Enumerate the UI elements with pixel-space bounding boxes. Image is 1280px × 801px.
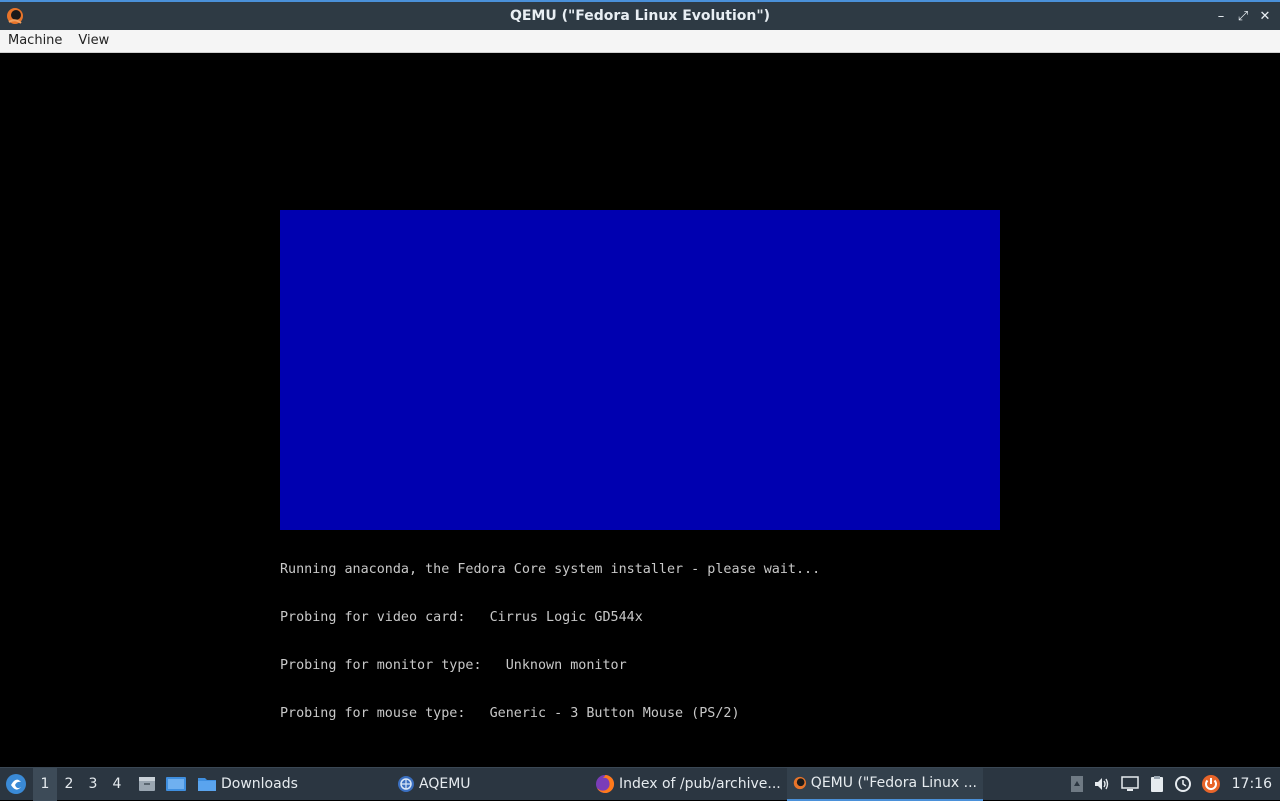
console-line: Probing for mouse type: Generic - 3 Butt… (280, 706, 740, 721)
tray-toggle-icon[interactable] (1070, 775, 1084, 793)
task-label: AQEMU (419, 776, 471, 792)
volume-icon[interactable] (1093, 775, 1111, 793)
window-titlebar[interactable]: QEMU ("Fedora Linux Evolution") – ⤢ ✕ (0, 0, 1280, 30)
task-label: Index of /pub/archive... (619, 776, 781, 792)
menu-machine[interactable]: Machine (0, 30, 70, 53)
show-desktop-icon (166, 777, 186, 791)
desktop-4-button[interactable]: 4 (105, 768, 129, 801)
show-desktop-launcher[interactable] (161, 768, 191, 801)
console-line: Running anaconda, the Fedora Core system… (280, 562, 821, 577)
clipboard-icon[interactable] (1149, 775, 1165, 793)
firefox-icon (596, 774, 615, 793)
qemu-app-icon (5, 6, 25, 26)
console-line: Probing for video card: Cirrus Logic GD5… (280, 610, 643, 625)
task-firefox[interactable]: Index of /pub/archive... (589, 768, 787, 801)
start-menu-icon (6, 774, 26, 794)
aqemu-icon (398, 776, 414, 792)
close-button[interactable]: ✕ (1256, 6, 1274, 26)
task-aqemu[interactable]: AQEMU (391, 768, 589, 801)
qemu-icon (793, 776, 807, 790)
desktop-1-button[interactable]: 1 (33, 767, 57, 801)
file-manager-launcher[interactable] (129, 768, 161, 801)
desktop-2-button[interactable]: 2 (57, 768, 81, 801)
task-label: QEMU ("Fedora Linux ... (810, 775, 977, 791)
installer-blue-screen (280, 210, 1000, 530)
task-label: Downloads (221, 776, 298, 792)
start-menu-button[interactable] (0, 768, 33, 801)
task-downloads[interactable]: Downloads (191, 768, 391, 801)
menu-bar: Machine View (0, 30, 1280, 53)
vm-display[interactable]: Running anaconda, the Fedora Core system… (0, 53, 1280, 767)
maximize-button[interactable]: ⤢ (1234, 6, 1252, 26)
system-tray: 17:16 (1070, 774, 1280, 794)
window-title: QEMU ("Fedora Linux Evolution") (509, 8, 771, 24)
folder-icon (198, 778, 216, 791)
console-line: Probing for monitor type: Unknown monito… (280, 658, 627, 673)
menu-view[interactable]: View (70, 30, 117, 53)
console-output: Running anaconda, the Fedora Core system… (280, 530, 1000, 754)
taskbar: 1 2 3 4 Downloads AQEMU Index of /pub/ar… (0, 767, 1280, 801)
power-icon[interactable] (1201, 774, 1221, 794)
file-manager-icon (139, 777, 155, 791)
network-icon[interactable] (1120, 775, 1140, 793)
updates-icon[interactable] (1174, 775, 1192, 793)
clock[interactable]: 17:16 (1232, 776, 1272, 792)
minimize-button[interactable]: – (1212, 6, 1230, 26)
task-qemu[interactable]: QEMU ("Fedora Linux ... (787, 767, 983, 801)
desktop-3-button[interactable]: 3 (81, 768, 105, 801)
